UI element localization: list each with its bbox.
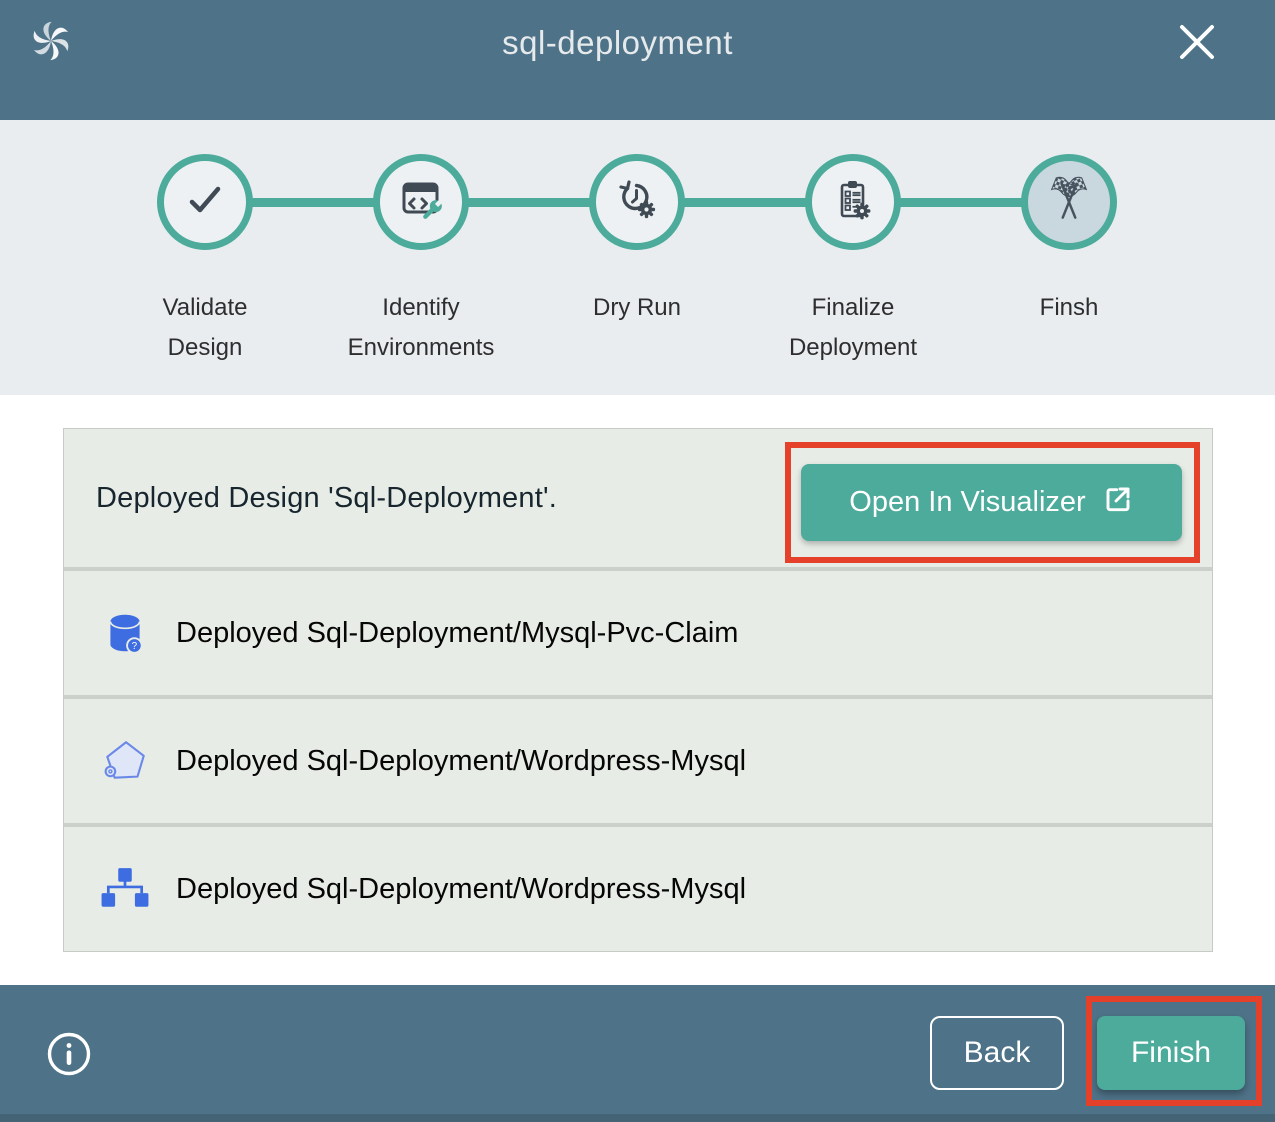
step-dry-run[interactable]	[589, 154, 685, 250]
open-in-visualizer-label: Open In Visualizer	[849, 486, 1085, 519]
checkered-flags-icon	[1044, 175, 1094, 230]
step-finish[interactable]	[1021, 154, 1117, 250]
topology-icon	[100, 864, 150, 914]
history-gear-icon	[613, 176, 661, 229]
resource-result-row: Deployed Sql-Deployment/Wordpress-Mysql	[64, 699, 1212, 823]
dialog-title: sql-deployment	[0, 24, 1235, 62]
close-icon[interactable]	[1175, 20, 1219, 64]
dialog-footer: Back Finish	[0, 985, 1275, 1122]
design-result-row: Deployed Design 'Sql-Deployment'. Open I…	[64, 429, 1212, 567]
dialog-bottom-edge	[0, 1114, 1275, 1122]
database-icon: ?	[100, 608, 150, 658]
deployment-results-list: Deployed Design 'Sql-Deployment'. Open I…	[63, 428, 1213, 952]
clipboard-gear-icon	[829, 176, 877, 229]
svg-text:?: ?	[132, 641, 138, 652]
finish-button[interactable]: Finish	[1097, 1016, 1245, 1090]
resource-result-message: Deployed Sql-Deployment/Wordpress-Mysql	[176, 873, 746, 906]
step-label-finish: Finsh	[991, 288, 1147, 328]
step-identify-environments[interactable]	[373, 154, 469, 250]
step-finalize-deployment[interactable]	[805, 154, 901, 250]
checkmark-icon	[181, 176, 229, 229]
code-wrench-icon	[397, 176, 445, 229]
open-in-visualizer-button[interactable]: Open In Visualizer	[801, 464, 1182, 541]
resource-result-message: Deployed Sql-Deployment/Mysql-Pvc-Claim	[176, 617, 738, 650]
step-validate-design[interactable]	[157, 154, 253, 250]
deployment-wizard-dialog: sql-deployment	[0, 0, 1275, 1122]
external-link-icon	[1102, 483, 1134, 523]
step-label-dry-run: Dry Run	[559, 288, 715, 328]
step-label-identify-environments: Identify Environments	[343, 288, 499, 368]
pentagon-icon	[100, 736, 150, 786]
info-icon[interactable]	[46, 1031, 92, 1077]
wizard-stepper: Validate Design Identify Environments Dr…	[0, 120, 1275, 395]
resource-result-row: ? Deployed Sql-Deployment/Mysql-Pvc-Clai…	[64, 571, 1212, 695]
step-label-validate-design: Validate Design	[127, 288, 283, 368]
dialog-header: sql-deployment	[0, 0, 1275, 120]
step-label-finalize-deployment: Finalize Deployment	[775, 288, 931, 368]
back-button[interactable]: Back	[930, 1016, 1064, 1090]
resource-result-row: Deployed Sql-Deployment/Wordpress-Mysql	[64, 827, 1212, 951]
design-result-message: Deployed Design 'Sql-Deployment'.	[96, 482, 557, 515]
resource-result-message: Deployed Sql-Deployment/Wordpress-Mysql	[176, 745, 746, 778]
